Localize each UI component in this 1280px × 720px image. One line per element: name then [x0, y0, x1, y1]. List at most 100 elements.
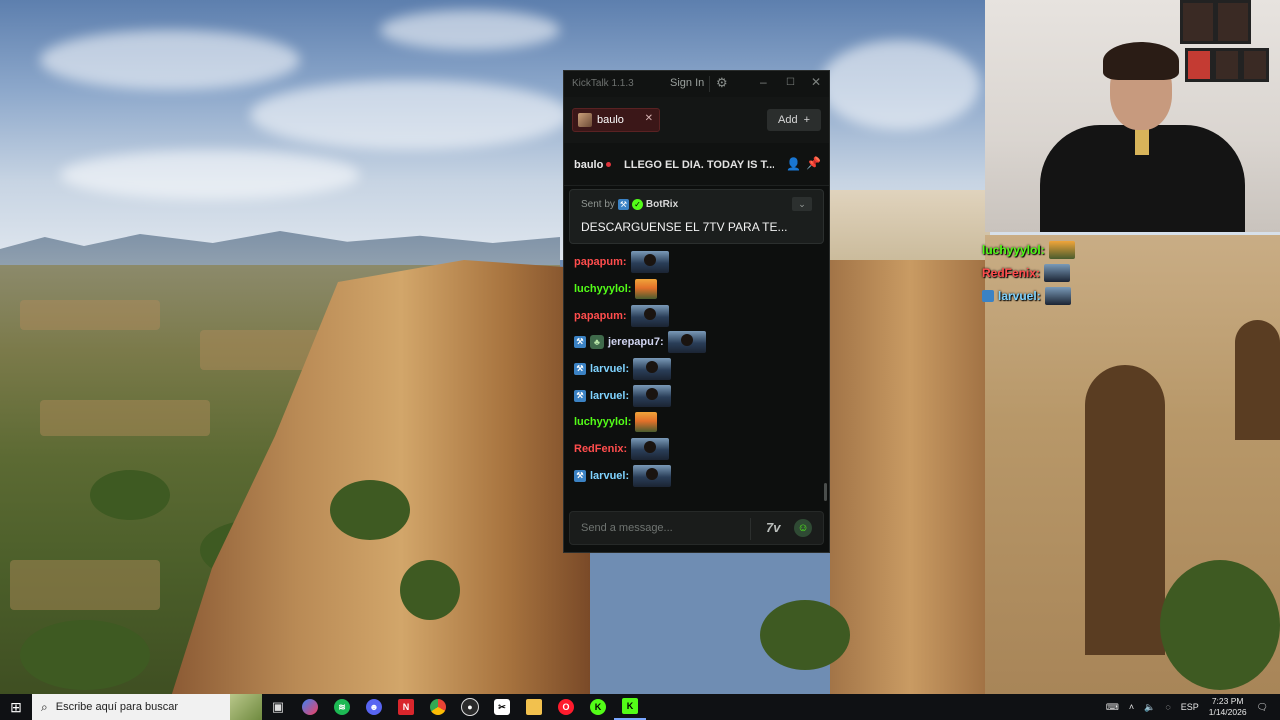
- chat-username[interactable]: larvuel:: [590, 363, 629, 375]
- system-tray: ⌨ ˄ 🔈 ◌ ESP 7:23 PM 1/14/2026 🗨: [1106, 694, 1280, 720]
- face-emote[interactable]: [630, 251, 669, 274]
- chat-username[interactable]: luchyyylol:: [574, 416, 631, 428]
- chat-message: papapum:: [564, 249, 822, 276]
- sent-by-label: Sent by: [581, 199, 615, 210]
- kicktalk-icon[interactable]: K: [614, 694, 646, 720]
- town-buildings: [830, 190, 990, 270]
- webcam-chat-user: luchyyylol:: [982, 242, 1045, 257]
- chat-username[interactable]: luchyyylol:: [574, 283, 631, 295]
- streamer-hair: [1103, 42, 1179, 80]
- cloud: [60, 150, 360, 200]
- close-icon[interactable]: ✕: [811, 75, 821, 89]
- face-emote: [1044, 263, 1071, 282]
- spotify-icon[interactable]: ≋: [326, 694, 358, 720]
- keyboard-icon[interactable]: ⌨: [1106, 702, 1119, 713]
- webcam-chat-line: RedFenix:: [982, 261, 1075, 284]
- 7tv-emote-picker-icon[interactable]: 7v: [766, 520, 780, 535]
- bot-badge-icon: ⚒: [617, 199, 629, 210]
- settings-gear-icon[interactable]: ⚙: [716, 75, 728, 91]
- tree-cluster: [330, 480, 410, 540]
- kick-icon[interactable]: K: [582, 694, 614, 720]
- taskbar-search[interactable]: ⌕ Escribe aquí para buscar: [32, 694, 262, 720]
- chat-username[interactable]: jerepapu7:: [608, 336, 664, 348]
- search-highlight-image: [230, 694, 262, 720]
- title-bar[interactable]: KickTalk 1.1.3 Sign In ⚙ – ☐ ✕: [564, 71, 829, 97]
- clock-date: 1/14/2026: [1208, 707, 1247, 717]
- pin-icon[interactable]: 📌: [806, 156, 821, 170]
- minimize-icon[interactable]: –: [760, 75, 767, 89]
- tree-cluster: [400, 560, 460, 620]
- language-indicator[interactable]: ESP: [1181, 702, 1199, 712]
- app-title: KickTalk 1.1.3: [572, 78, 634, 89]
- chat-messages[interactable]: papapum: luchyyylol: papapum: ⚒ ♣ jerepapu7: ⚒…: [564, 249, 822, 504]
- pinned-sender-name[interactable]: BotRix: [646, 199, 678, 210]
- add-label: Add: [777, 114, 798, 126]
- news-app-icon[interactable]: N: [390, 694, 422, 720]
- chevron-down-icon[interactable]: ⌄: [792, 197, 812, 211]
- maximize-icon[interactable]: ☐: [786, 77, 795, 88]
- face-emote[interactable]: [630, 304, 669, 327]
- volume-icon[interactable]: 🔈: [1144, 702, 1155, 713]
- chat-username[interactable]: larvuel:: [590, 390, 629, 402]
- face-emote[interactable]: [667, 331, 706, 354]
- search-input[interactable]: Escribe aquí para buscar: [56, 701, 178, 713]
- chat-username[interactable]: larvuel:: [590, 470, 629, 482]
- task-view-icon[interactable]: ▣: [262, 694, 294, 720]
- clock[interactable]: 7:23 PM 1/14/2026: [1209, 696, 1247, 718]
- face-emote[interactable]: [633, 358, 672, 381]
- start-button[interactable]: ⊞: [0, 694, 32, 720]
- sign-in-button[interactable]: Sign In: [670, 77, 704, 89]
- avatar: [578, 113, 592, 127]
- field: [10, 560, 160, 610]
- chrome-icon[interactable]: [422, 694, 454, 720]
- face-emote[interactable]: [633, 464, 672, 487]
- chat-username[interactable]: RedFenix:: [574, 443, 627, 455]
- kick-emote-picker-icon[interactable]: ☺: [794, 519, 812, 537]
- wall-poster: [1185, 48, 1213, 82]
- chat-message: luchyyylol:: [564, 276, 822, 303]
- bridge-arch: [1085, 365, 1165, 655]
- chat-message: papapum:: [564, 302, 822, 329]
- user-list-icon[interactable]: 👤: [786, 157, 801, 171]
- notifications-icon[interactable]: 🗨: [1257, 702, 1268, 713]
- cloud: [380, 10, 560, 50]
- chat-message: ⚒ larvuel:: [564, 463, 822, 490]
- chat-message: ⚒ larvuel:: [564, 356, 822, 383]
- sunset-emote[interactable]: [635, 279, 658, 300]
- field: [200, 330, 320, 370]
- sunset-emote: [1048, 240, 1075, 259]
- bot-badge-icon: ⚒: [574, 336, 586, 349]
- discord-icon[interactable]: ☻: [358, 694, 390, 720]
- chatroom-tabs-bar: baulo ✕ Add +: [564, 97, 829, 144]
- copilot-icon[interactable]: [294, 694, 326, 720]
- face-emote[interactable]: [633, 384, 672, 407]
- webcam-chat-overlay: luchyyylol: RedFenix: larvuel:: [982, 238, 1075, 307]
- message-input-box[interactable]: Send a message... 7v ☺: [569, 511, 824, 545]
- tree-cluster: [760, 600, 850, 670]
- file-explorer-icon[interactable]: [518, 694, 550, 720]
- sunset-emote[interactable]: [635, 412, 658, 433]
- chat-username[interactable]: papapum:: [574, 256, 627, 268]
- plus-icon: +: [803, 114, 810, 126]
- chevron-up-icon[interactable]: ˄: [1129, 702, 1134, 712]
- tab-baulo[interactable]: baulo ✕: [572, 108, 660, 132]
- cloud: [820, 40, 980, 130]
- wall-poster: [1215, 0, 1251, 44]
- obs-icon[interactable]: ●: [454, 694, 486, 720]
- wall-poster: [1180, 0, 1216, 44]
- pinned-message: Sent by ⚒ ✓ BotRix ⌄ DESCARGUENSE EL 7TV…: [569, 189, 824, 244]
- message-input[interactable]: Send a message...: [581, 522, 673, 534]
- pinned-message-text: DESCARGUENSE EL 7TV PARA TE...: [581, 220, 788, 234]
- opera-icon[interactable]: O: [550, 694, 582, 720]
- stream-title: LLEGO EL DIA. TODAY IS T...: [624, 159, 774, 171]
- capcut-icon[interactable]: ✂: [486, 694, 518, 720]
- face-emote: [1044, 286, 1071, 305]
- streamer-name[interactable]: baulo: [574, 159, 603, 171]
- chat-message: RedFenix:: [564, 436, 822, 463]
- add-chatroom-button[interactable]: Add +: [767, 109, 821, 131]
- chat-scrollbar[interactable]: [824, 483, 827, 501]
- close-tab-icon[interactable]: ✕: [645, 113, 653, 124]
- network-icon[interactable]: ◌: [1165, 702, 1170, 712]
- face-emote[interactable]: [631, 438, 670, 461]
- chat-username[interactable]: papapum:: [574, 310, 627, 322]
